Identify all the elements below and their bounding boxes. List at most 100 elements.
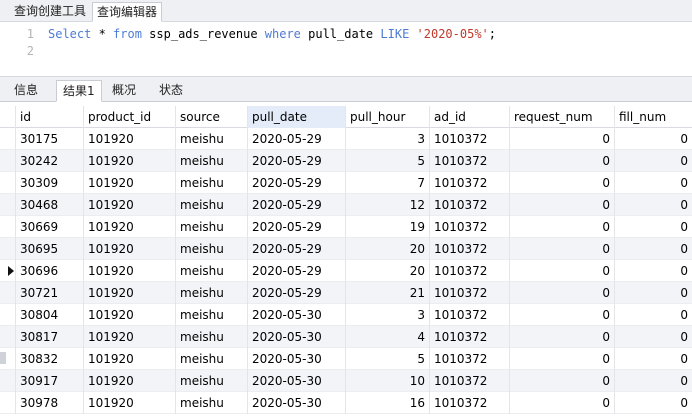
cell-product-id[interactable]: 101920 bbox=[84, 282, 176, 304]
cell-id[interactable]: 30721 bbox=[16, 282, 84, 304]
cell-fill-num[interactable]: 0 bbox=[615, 326, 692, 348]
cell-ad-id[interactable]: 1010372 bbox=[430, 238, 510, 260]
cell-source[interactable]: meishu bbox=[176, 304, 248, 326]
cell-pull-hour[interactable]: 3 bbox=[346, 128, 430, 150]
cell-pull-date[interactable]: 2020-05-30 bbox=[248, 370, 346, 392]
cell-pull-hour[interactable]: 4 bbox=[346, 326, 430, 348]
cell-pull-date[interactable]: 2020-05-29 bbox=[248, 150, 346, 172]
cell-id[interactable]: 30669 bbox=[16, 216, 84, 238]
column-header-source[interactable]: source bbox=[176, 106, 248, 128]
cell-fill-num[interactable]: 0 bbox=[615, 348, 692, 370]
table-row[interactable]: 30695 101920 meishu 2020-05-29 20 1010372 0 0 bbox=[0, 238, 692, 260]
sql-code-line[interactable]: Select * from ssp_ads_revenue where pull… bbox=[48, 27, 496, 41]
cell-request-num[interactable]: 0 bbox=[510, 216, 615, 238]
cell-request-num[interactable]: 0 bbox=[510, 370, 615, 392]
column-header-pull-date[interactable]: pull_date bbox=[248, 106, 346, 128]
cell-pull-date[interactable]: 2020-05-30 bbox=[248, 326, 346, 348]
table-row[interactable]: 30309 101920 meishu 2020-05-29 7 1010372 0 0 bbox=[0, 172, 692, 194]
cell-product-id[interactable]: 101920 bbox=[84, 370, 176, 392]
cell-product-id[interactable]: 101920 bbox=[84, 194, 176, 216]
cell-pull-hour[interactable]: 12 bbox=[346, 194, 430, 216]
cell-id[interactable]: 30817 bbox=[16, 326, 84, 348]
cell-fill-num[interactable]: 0 bbox=[615, 172, 692, 194]
cell-id[interactable]: 30696 bbox=[16, 260, 84, 282]
cell-pull-date[interactable]: 2020-05-30 bbox=[248, 304, 346, 326]
column-header-ad-id[interactable]: ad_id bbox=[430, 106, 510, 128]
tab-profile[interactable]: 概况 bbox=[106, 80, 142, 102]
cell-pull-hour[interactable]: 5 bbox=[346, 348, 430, 370]
table-row[interactable]: 30721 101920 meishu 2020-05-29 21 1010372 0 0 bbox=[0, 282, 692, 304]
cell-id[interactable]: 30804 bbox=[16, 304, 84, 326]
cell-id[interactable]: 30832 bbox=[16, 348, 84, 370]
cell-id[interactable]: 30917 bbox=[16, 370, 84, 392]
cell-source[interactable]: meishu bbox=[176, 150, 248, 172]
cell-ad-id[interactable]: 1010372 bbox=[430, 348, 510, 370]
cell-source[interactable]: meishu bbox=[176, 172, 248, 194]
row-marker[interactable] bbox=[0, 172, 16, 194]
cell-request-num[interactable]: 0 bbox=[510, 282, 615, 304]
cell-fill-num[interactable]: 0 bbox=[615, 392, 692, 414]
cell-ad-id[interactable]: 1010372 bbox=[430, 282, 510, 304]
cell-pull-hour[interactable]: 16 bbox=[346, 392, 430, 414]
cell-request-num[interactable]: 0 bbox=[510, 304, 615, 326]
table-row[interactable]: 30917 101920 meishu 2020-05-30 10 1010372 0 0 bbox=[0, 370, 692, 392]
cell-ad-id[interactable]: 1010372 bbox=[430, 172, 510, 194]
cell-pull-date[interactable]: 2020-05-29 bbox=[248, 216, 346, 238]
table-row[interactable]: 30832 101920 meishu 2020-05-30 5 1010372 0 0 bbox=[0, 348, 692, 370]
row-marker[interactable] bbox=[0, 150, 16, 172]
cell-product-id[interactable]: 101920 bbox=[84, 238, 176, 260]
cell-source[interactable]: meishu bbox=[176, 216, 248, 238]
cell-pull-date[interactable]: 2020-05-29 bbox=[248, 260, 346, 282]
cell-pull-date[interactable]: 2020-05-29 bbox=[248, 172, 346, 194]
row-marker[interactable] bbox=[0, 392, 16, 414]
cell-product-id[interactable]: 101920 bbox=[84, 172, 176, 194]
cell-request-num[interactable]: 0 bbox=[510, 392, 615, 414]
cell-ad-id[interactable]: 1010372 bbox=[430, 326, 510, 348]
cell-fill-num[interactable]: 0 bbox=[615, 282, 692, 304]
cell-id[interactable]: 30309 bbox=[16, 172, 84, 194]
cell-product-id[interactable]: 101920 bbox=[84, 348, 176, 370]
cell-id[interactable]: 30468 bbox=[16, 194, 84, 216]
cell-source[interactable]: meishu bbox=[176, 128, 248, 150]
cell-source[interactable]: meishu bbox=[176, 392, 248, 414]
row-marker[interactable] bbox=[0, 304, 16, 326]
cell-source[interactable]: meishu bbox=[176, 370, 248, 392]
cell-fill-num[interactable]: 0 bbox=[615, 128, 692, 150]
cell-fill-num[interactable]: 0 bbox=[615, 194, 692, 216]
current-row-marker-icon[interactable] bbox=[0, 260, 16, 282]
cell-source[interactable]: meishu bbox=[176, 194, 248, 216]
table-row[interactable]: 30468 101920 meishu 2020-05-29 12 1010372 0 0 bbox=[0, 194, 692, 216]
cell-ad-id[interactable]: 1010372 bbox=[430, 392, 510, 414]
result-grid[interactable]: id product_id source pull_date pull_hour ad_i… bbox=[0, 106, 692, 418]
cell-source[interactable]: meishu bbox=[176, 238, 248, 260]
sql-editor[interactable]: 1 2 Select * from ssp_ads_revenue where … bbox=[0, 22, 692, 76]
cell-fill-num[interactable]: 0 bbox=[615, 216, 692, 238]
row-marker[interactable] bbox=[0, 326, 16, 348]
tab-status[interactable]: 状态 bbox=[153, 80, 189, 102]
cell-pull-hour[interactable]: 19 bbox=[346, 216, 430, 238]
tab-result1[interactable]: 结果1 bbox=[56, 80, 102, 102]
column-header-id[interactable]: id bbox=[16, 106, 84, 128]
cell-ad-id[interactable]: 1010372 bbox=[430, 128, 510, 150]
row-marker[interactable] bbox=[0, 238, 16, 260]
cell-pull-hour[interactable]: 20 bbox=[346, 238, 430, 260]
cell-request-num[interactable]: 0 bbox=[510, 172, 615, 194]
tab-query-editor[interactable]: 查询编辑器 bbox=[92, 2, 163, 22]
cell-pull-hour[interactable]: 5 bbox=[346, 150, 430, 172]
cell-ad-id[interactable]: 1010372 bbox=[430, 194, 510, 216]
cell-request-num[interactable]: 0 bbox=[510, 150, 615, 172]
cell-ad-id[interactable]: 1010372 bbox=[430, 304, 510, 326]
column-header-request-num[interactable]: request_num bbox=[510, 106, 615, 128]
table-row[interactable]: 30817 101920 meishu 2020-05-30 4 1010372 0 0 bbox=[0, 326, 692, 348]
cell-fill-num[interactable]: 0 bbox=[615, 238, 692, 260]
cell-pull-hour[interactable]: 10 bbox=[346, 370, 430, 392]
row-marker[interactable] bbox=[0, 216, 16, 238]
cell-ad-id[interactable]: 1010372 bbox=[430, 370, 510, 392]
table-row[interactable]: 30669 101920 meishu 2020-05-29 19 1010372 0 0 bbox=[0, 216, 692, 238]
cell-id[interactable]: 30978 bbox=[16, 392, 84, 414]
cell-request-num[interactable]: 0 bbox=[510, 194, 615, 216]
cell-product-id[interactable]: 101920 bbox=[84, 128, 176, 150]
cell-request-num[interactable]: 0 bbox=[510, 128, 615, 150]
cell-source[interactable]: meishu bbox=[176, 348, 248, 370]
cell-product-id[interactable]: 101920 bbox=[84, 216, 176, 238]
